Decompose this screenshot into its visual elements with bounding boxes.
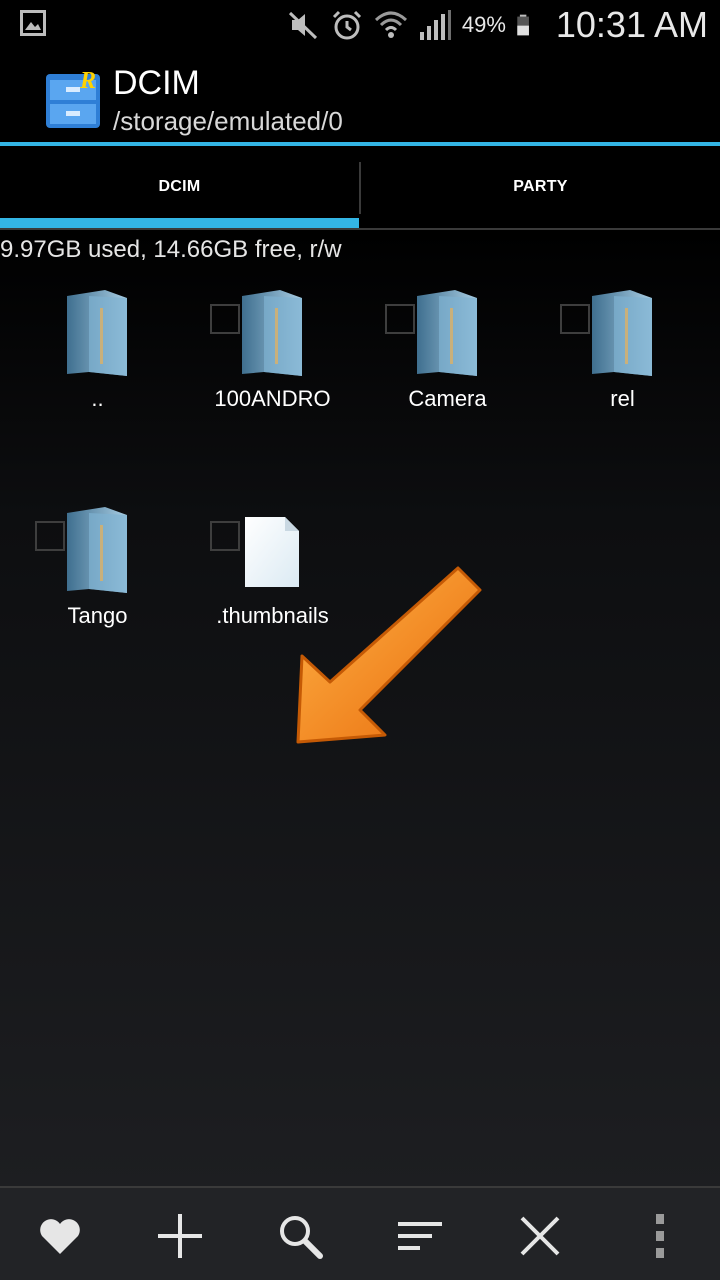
folder-title: DCIM <box>113 64 200 102</box>
add-button[interactable] <box>150 1206 210 1266</box>
select-checkbox[interactable] <box>35 521 65 551</box>
heart-icon <box>40 1219 80 1254</box>
folder-path: /storage/emulated/0 <box>113 106 343 136</box>
folder-icon <box>592 290 652 376</box>
item-label: 100ANDRO <box>214 386 331 411</box>
wifi-icon <box>374 11 407 38</box>
list-item-parent-folder[interactable]: .. <box>10 288 185 438</box>
favorites-button[interactable] <box>30 1206 90 1266</box>
gallery-icon <box>20 10 46 36</box>
folder-icon <box>417 290 477 376</box>
list-item-tango[interactable]: Tango <box>10 505 185 655</box>
close-icon <box>520 1216 560 1256</box>
active-tab-indicator <box>0 218 359 228</box>
orange-arrow-icon <box>296 566 482 744</box>
select-checkbox[interactable] <box>210 304 240 334</box>
sort-icon <box>398 1222 442 1250</box>
item-label: Camera <box>408 386 487 411</box>
item-label: Tango <box>67 603 128 628</box>
overflow-menu-icon <box>656 1214 664 1258</box>
close-button[interactable] <box>510 1206 570 1266</box>
status-bar: 49% 10:31 AM <box>0 0 720 50</box>
overflow-menu-button[interactable] <box>630 1206 690 1266</box>
bottom-toolbar <box>0 1186 720 1280</box>
search-button[interactable] <box>270 1206 330 1266</box>
root-explorer-logo-icon[interactable]: R <box>44 66 102 130</box>
folder-icon <box>242 290 302 376</box>
select-checkbox[interactable] <box>560 304 590 334</box>
folder-icon <box>67 507 127 593</box>
search-icon <box>280 1216 323 1259</box>
tab-party[interactable]: PARTY <box>361 146 720 228</box>
file-browser: 9.97GB used, 14.66GB free, r/w .. 100AND… <box>0 230 720 1186</box>
alarm-icon <box>332 10 361 40</box>
select-checkbox[interactable] <box>210 521 240 551</box>
battery-icon <box>517 14 529 36</box>
folder-icon <box>67 290 127 376</box>
clock: 10:31 AM <box>555 4 708 45</box>
list-item-camera[interactable]: Camera <box>360 288 535 438</box>
item-label: rel <box>610 386 635 411</box>
sort-button[interactable] <box>390 1206 450 1266</box>
svg-text:R: R <box>79 68 96 94</box>
app-title-bar: R DCIM /storage/emulated/0 <box>0 50 720 142</box>
list-item-100andro[interactable]: 100ANDRO <box>185 288 360 438</box>
item-label: .. <box>91 386 104 411</box>
list-item-rel[interactable]: rel <box>535 288 710 438</box>
tab-dcim[interactable]: DCIM <box>0 146 359 228</box>
battery-percent: 49% <box>461 12 506 37</box>
signal-icon <box>419 10 451 40</box>
mute-icon <box>288 11 317 40</box>
select-checkbox[interactable] <box>385 304 415 334</box>
plus-icon <box>158 1214 202 1258</box>
tab-bar: DCIM PARTY <box>0 146 720 230</box>
storage-info: 9.97GB used, 14.66GB free, r/w <box>0 236 342 263</box>
